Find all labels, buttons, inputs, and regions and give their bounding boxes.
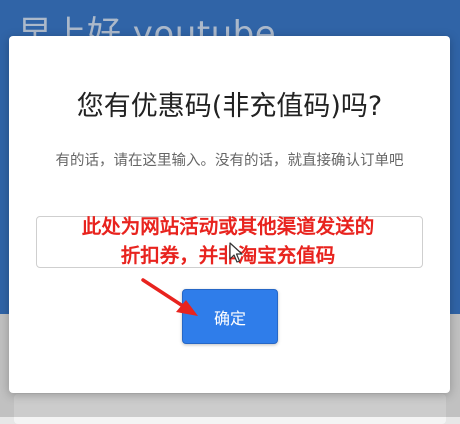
red-arrow-icon (141, 278, 198, 316)
